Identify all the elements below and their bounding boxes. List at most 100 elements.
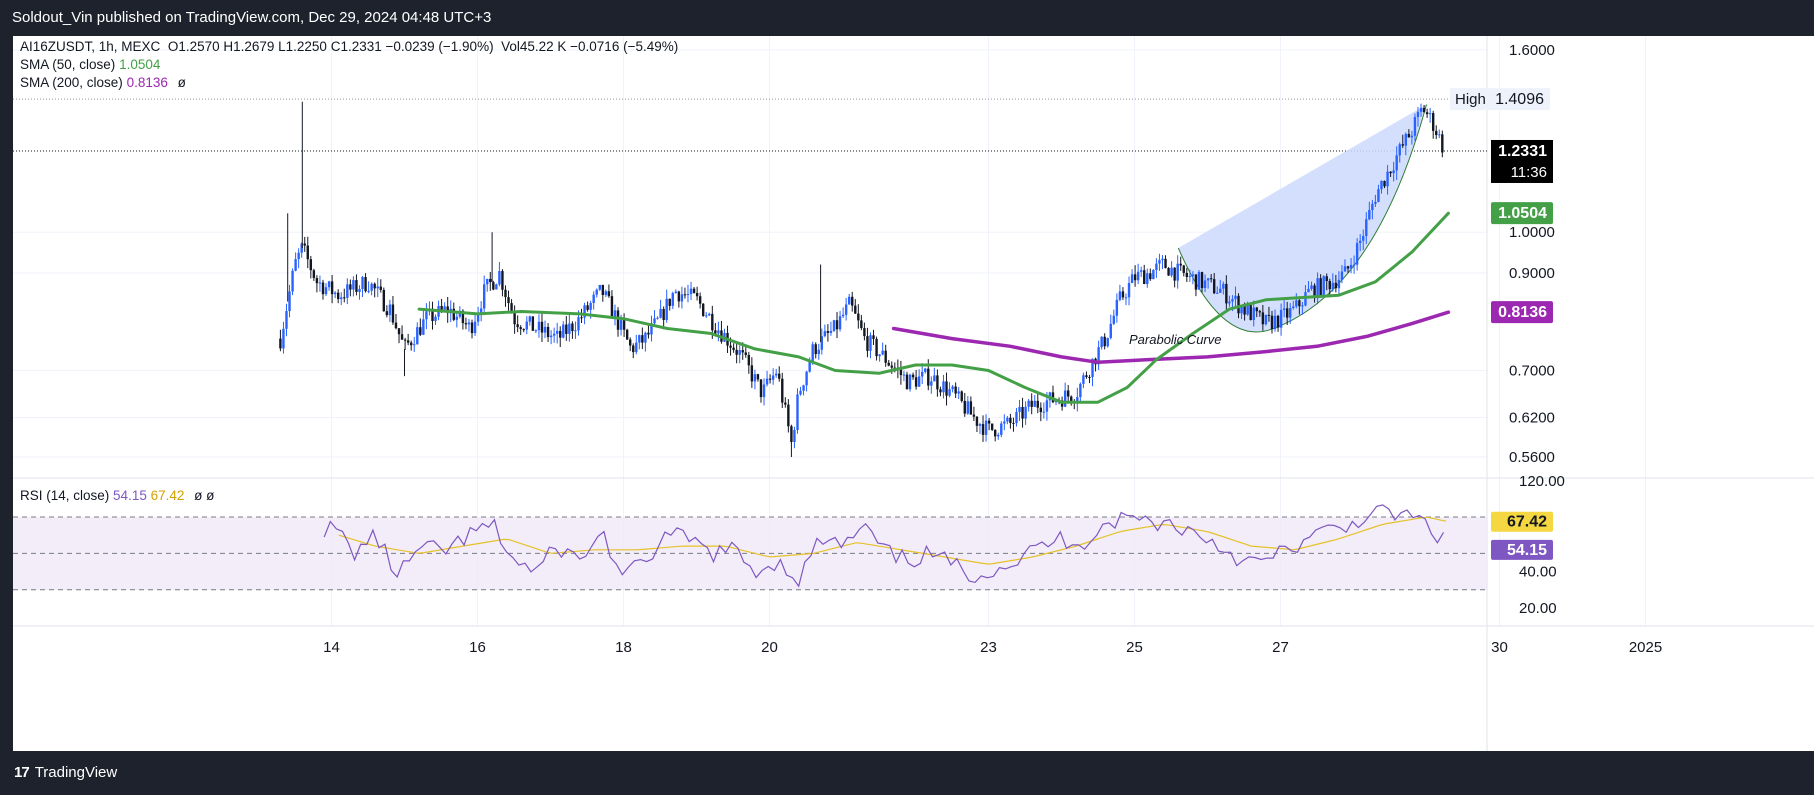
candle-body: [1042, 411, 1046, 413]
candle-body: [394, 322, 398, 329]
candle-body: [397, 328, 401, 335]
candle-body: [540, 321, 544, 333]
sma200-tag: 0.8136: [1498, 304, 1547, 321]
publisher-line: Soldout_Vin published on TradingView.com…: [12, 9, 492, 26]
candle-body: [1176, 263, 1179, 281]
candle-body: [1334, 282, 1338, 289]
rsi-tick-label: 20.00: [1519, 600, 1557, 617]
candle-body: [1395, 155, 1398, 171]
candle-body: [1082, 375, 1085, 384]
candle-body: [1118, 291, 1122, 300]
volume-values: Vol45.22 K −0.0716 (−5.49%): [501, 39, 679, 54]
candle-body: [1143, 270, 1146, 285]
candle-body: [504, 289, 507, 298]
candle-body: [656, 317, 659, 319]
candle-body: [1273, 315, 1277, 330]
candle-body: [1365, 219, 1368, 237]
candle-body: [1209, 278, 1213, 280]
sma50-label[interactable]: SMA (50, close): [20, 57, 115, 72]
chart-panel[interactable]: 1.6000 1.0000 0.9000 0.7000 0.6200 0.5600 120.…: [13, 36, 1814, 751]
countdown-value: 11:36: [1511, 164, 1547, 181]
candle-body: [1003, 421, 1006, 424]
candle-body: [717, 330, 720, 334]
candle-body: [586, 305, 589, 310]
candle-body: [443, 306, 446, 310]
candle-body: [887, 362, 890, 366]
candle-body: [765, 378, 769, 385]
sma200-value: 0.8136: [126, 75, 168, 90]
visibility-icon[interactable]: ø: [178, 75, 186, 90]
candle-body: [513, 313, 516, 325]
candle-body: [936, 375, 939, 390]
candle-body: [1410, 135, 1414, 138]
candle-body: [467, 322, 471, 325]
candle-body: [473, 321, 477, 334]
candle-body: [1033, 400, 1036, 407]
candle-body: [1225, 283, 1228, 304]
candle-body: [1310, 285, 1313, 289]
candle-body: [632, 345, 635, 353]
candle-body: [1121, 291, 1125, 298]
candle-body: [1018, 407, 1021, 412]
candle-body: [1380, 180, 1383, 190]
candle-body: [1170, 267, 1173, 276]
candle-body: [878, 354, 881, 357]
candle-body: [318, 282, 322, 284]
chart-svg[interactable]: 1.6000 1.0000 0.9000 0.7000 0.6200 0.5600 120.…: [13, 36, 1814, 751]
visibility-icons[interactable]: ø ø: [194, 488, 214, 503]
candle-body: [1431, 113, 1435, 131]
candle-body: [1182, 265, 1185, 273]
candle-body: [574, 330, 577, 332]
candle-body: [1109, 323, 1112, 338]
candle-body: [1039, 407, 1043, 413]
candle-body: [990, 423, 994, 430]
candle-body: [1115, 299, 1119, 316]
symbol-info[interactable]: AI16ZUSDT, 1h, MEXC: [20, 39, 160, 54]
candle-body: [920, 371, 924, 377]
sma200-legend[interactable]: SMA (200, close) 0.8136 ø: [20, 75, 186, 90]
candle-body: [984, 420, 988, 435]
candle-body: [413, 344, 416, 346]
candle-body: [844, 304, 848, 315]
candle-body: [729, 345, 732, 348]
candle-body: [1413, 117, 1417, 136]
candle-body: [1237, 295, 1240, 314]
time-tick-label: 2025: [1629, 639, 1662, 656]
candle-body: [674, 291, 678, 294]
candle-body: [1362, 236, 1365, 241]
candle-body: [1398, 144, 1401, 156]
candle-body: [549, 335, 553, 338]
symbol-legend[interactable]: AI16ZUSDT, 1h, MEXC O1.2570 H1.2679 L1.2…: [20, 39, 678, 54]
candle-body: [1298, 300, 1301, 307]
rsi-tag: 54.15: [1507, 542, 1547, 559]
candle-body: [516, 324, 519, 328]
candle-body: [559, 330, 562, 338]
candle-body: [711, 313, 714, 331]
candle-body: [1322, 276, 1325, 296]
candle-body: [781, 378, 784, 403]
candle-body: [464, 323, 468, 325]
candle-body: [1000, 423, 1003, 435]
sma200-label[interactable]: SMA (200, close): [20, 75, 123, 90]
candle-body: [400, 334, 404, 340]
sma50-legend[interactable]: SMA (50, close) 1.0504: [20, 57, 160, 72]
rsi-legend[interactable]: RSI (14, close) 54.15 67.42 ø ø: [20, 488, 214, 503]
candle-body: [1377, 189, 1380, 202]
candle-body: [790, 426, 793, 443]
candle-body: [562, 324, 565, 338]
rsi-label[interactable]: RSI (14, close): [20, 488, 109, 503]
candle-body: [884, 350, 887, 363]
candle-body: [708, 313, 711, 316]
candle-body: [1030, 400, 1033, 407]
candle-body: [324, 287, 328, 295]
candle-body: [1301, 305, 1304, 307]
candle-body: [771, 375, 775, 380]
candle-body: [933, 375, 936, 382]
candle-body: [552, 333, 556, 336]
candle-body: [1124, 297, 1128, 299]
candle-body: [1389, 171, 1392, 174]
candle-body: [972, 414, 976, 417]
tradingview-brand: TradingView: [34, 764, 118, 781]
candle-body: [1158, 260, 1161, 264]
candle-body: [1435, 130, 1438, 136]
